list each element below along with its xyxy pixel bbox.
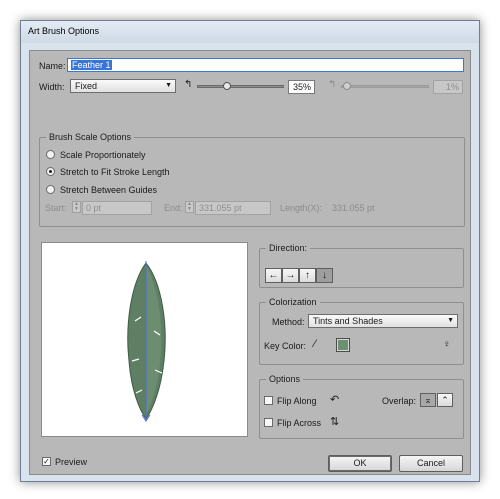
feather-preview-image bbox=[127, 261, 166, 422]
flip-across-icon: ⇅ bbox=[330, 416, 340, 428]
options-title: Options bbox=[266, 374, 304, 384]
chevron-down-icon: ▼ bbox=[447, 317, 454, 324]
direction-down-button[interactable]: ↓ bbox=[316, 268, 333, 283]
start-label: Start: bbox=[45, 203, 67, 213]
max-width-slider-track[interactable] bbox=[341, 85, 429, 88]
title-bar: Art Brush Options bbox=[21, 21, 479, 43]
cancel-button[interactable]: Cancel bbox=[399, 455, 463, 472]
stretch-to-fit-label: Stretch to Fit Stroke Length bbox=[60, 167, 170, 177]
end-value: 331.055 pt bbox=[199, 203, 242, 213]
method-select-value: Tints and Shades bbox=[313, 316, 383, 326]
overlap-adjust-button[interactable]: ⌅ bbox=[420, 393, 436, 407]
direction-up-button[interactable]: ↑ bbox=[299, 268, 316, 283]
options-group: Options Flip Along ↶ Flip Across ⇅ Overl… bbox=[259, 374, 464, 439]
tips-lightbulb-icon[interactable]: ♀ bbox=[443, 339, 451, 350]
method-label: Method: bbox=[272, 317, 305, 327]
direction-group: Direction: ← → ↑ ↓ bbox=[259, 243, 464, 288]
length-value: 331.055 pt bbox=[332, 203, 375, 213]
chevron-down-icon: ▼ bbox=[165, 82, 172, 89]
overlap-none-button[interactable]: ⌃ bbox=[437, 393, 453, 407]
radio-stretch-to-fit[interactable] bbox=[46, 167, 55, 176]
overlap-label: Overlap: bbox=[382, 396, 417, 406]
width-percent-value: 35% bbox=[292, 82, 311, 92]
preview-checkbox[interactable]: ✓ bbox=[42, 457, 51, 466]
flip-across-label: Flip Across bbox=[277, 418, 322, 428]
direction-title: Direction: bbox=[266, 243, 311, 253]
end-label: End: bbox=[164, 203, 183, 213]
width-slider-icon: ↰ bbox=[184, 79, 193, 90]
scale-proportionately-label: Scale Proportionately bbox=[60, 150, 146, 160]
dialog-content: Name: Feather 1 Width: Fixed ▼ ↰ 35% ↰ 1… bbox=[29, 50, 471, 475]
width-label: Width: bbox=[39, 82, 65, 92]
direction-right-button[interactable]: → bbox=[282, 268, 299, 283]
brush-scale-title: Brush Scale Options bbox=[46, 132, 135, 142]
stretch-between-guides-label: Stretch Between Guides bbox=[60, 185, 158, 195]
max-width-slider-icon: ↰ bbox=[328, 79, 337, 90]
flip-along-checkbox[interactable] bbox=[264, 396, 273, 405]
ok-button[interactable]: OK bbox=[328, 455, 392, 472]
end-stepper[interactable]: ▲ ▼ bbox=[185, 201, 194, 213]
length-label: Length(X): bbox=[280, 203, 323, 213]
width-percent-field[interactable]: 35% bbox=[288, 80, 315, 94]
method-select[interactable]: Tints and Shades ▼ bbox=[308, 314, 458, 328]
direction-left-button[interactable]: ← bbox=[265, 268, 282, 283]
colorization-title: Colorization bbox=[266, 297, 320, 307]
flip-along-label: Flip Along bbox=[277, 396, 317, 406]
name-field[interactable]: Feather 1 bbox=[67, 58, 464, 72]
width-slider-thumb[interactable] bbox=[223, 82, 232, 90]
start-stepper[interactable]: ▲ ▼ bbox=[72, 201, 81, 213]
art-brush-options-dialog: Art Brush Options Name: Feather 1 Width:… bbox=[20, 20, 480, 482]
max-width-slider-thumb[interactable] bbox=[342, 82, 351, 90]
name-value: Feather 1 bbox=[71, 60, 112, 70]
eyedropper-icon[interactable]: ⁄ bbox=[314, 338, 316, 350]
max-percent-field[interactable]: 1% bbox=[433, 80, 463, 94]
key-color-swatch[interactable] bbox=[336, 338, 350, 352]
key-color-label: Key Color: bbox=[264, 341, 307, 351]
end-field[interactable]: 331.055 pt bbox=[195, 201, 271, 215]
colorization-group: Colorization Method: Tints and Shades ▼ … bbox=[259, 297, 464, 365]
name-label: Name: bbox=[39, 61, 66, 71]
start-value: 0 pt bbox=[86, 203, 102, 213]
flip-across-checkbox[interactable] bbox=[264, 418, 273, 427]
window-title: Art Brush Options bbox=[28, 26, 100, 36]
width-select-value: Fixed bbox=[75, 81, 98, 91]
max-percent-value: 1% bbox=[445, 82, 459, 92]
start-field[interactable]: 0 pt bbox=[82, 201, 152, 215]
radio-stretch-between-guides[interactable] bbox=[46, 185, 55, 194]
brush-scale-group: Brush Scale Options Scale Proportionatel… bbox=[39, 132, 465, 227]
flip-along-icon: ↶ bbox=[330, 394, 340, 406]
brush-preview bbox=[41, 242, 248, 437]
width-slider-track[interactable] bbox=[197, 85, 284, 88]
radio-scale-proportionately[interactable] bbox=[46, 150, 55, 159]
preview-label: Preview bbox=[55, 457, 88, 467]
width-select[interactable]: Fixed ▼ bbox=[70, 79, 176, 93]
